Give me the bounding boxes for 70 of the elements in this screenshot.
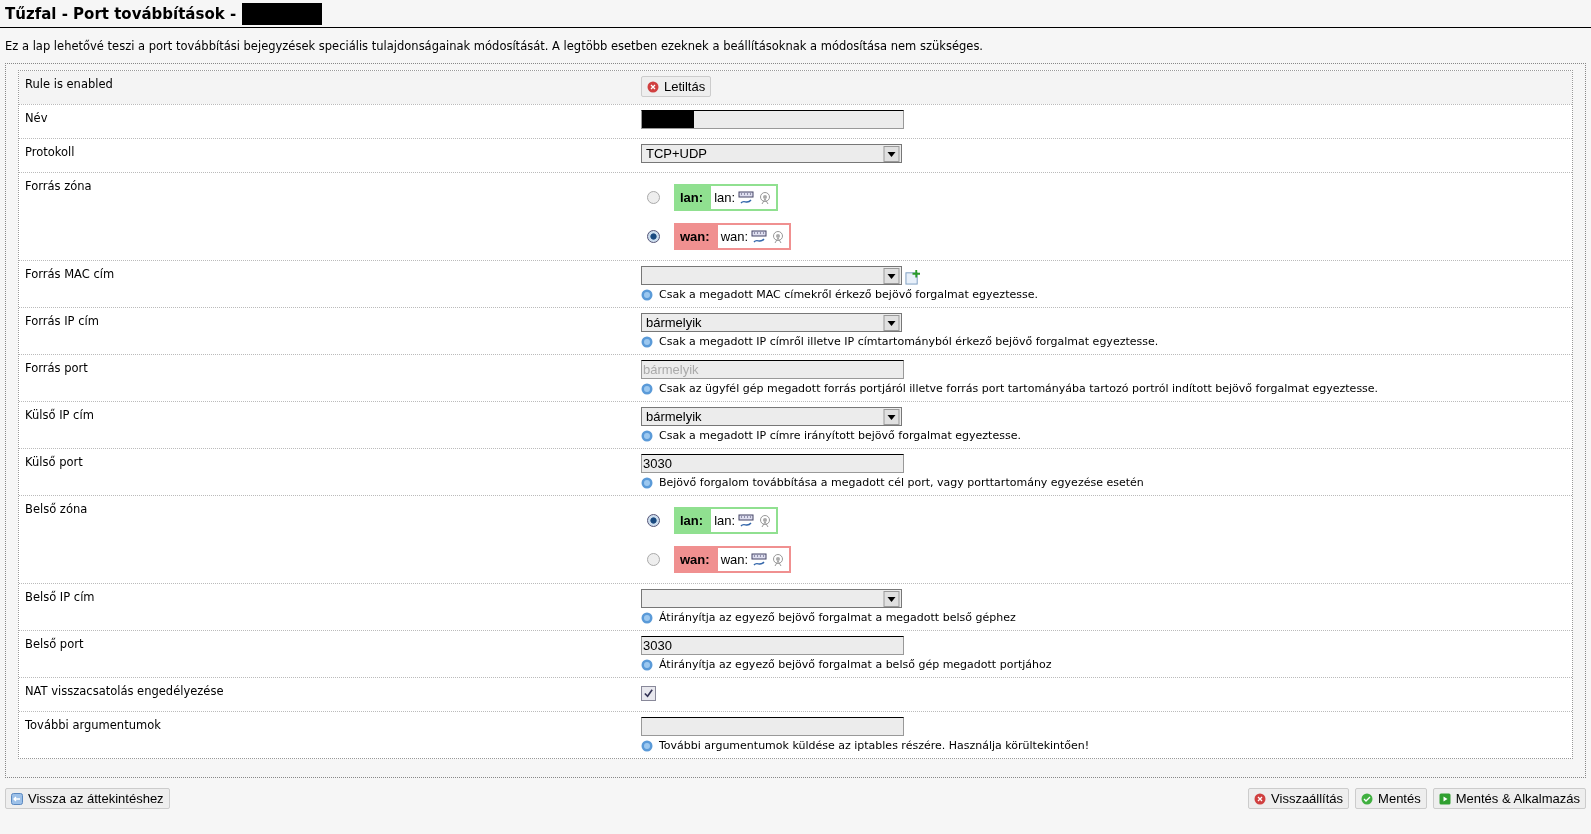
help-icon	[641, 429, 653, 442]
reset-button[interactable]: Visszaállítás	[1248, 788, 1350, 809]
field-label: Külső port	[25, 454, 84, 471]
zone-name: wan:	[676, 225, 718, 248]
field-label: Külső IP cím	[25, 407, 95, 424]
select-field[interactable]	[641, 266, 902, 285]
field-label: Forrás zóna	[25, 178, 93, 195]
field-label: Forrás port	[25, 360, 89, 377]
help-icon	[641, 611, 653, 624]
close-icon	[647, 80, 659, 93]
select-field[interactable]: TCP+UDP	[641, 144, 902, 163]
disable-button[interactable]: Letiltás	[641, 76, 712, 97]
radio-button[interactable]	[647, 230, 660, 243]
select-field[interactable]	[641, 589, 902, 608]
help-icon	[641, 476, 653, 489]
back-button[interactable]: Vissza az áttekintéshez	[5, 788, 170, 809]
network-icon	[738, 513, 755, 528]
help-icon	[641, 288, 653, 301]
zone-name: wan:	[676, 548, 718, 571]
text-field[interactable]	[641, 717, 904, 736]
text-field[interactable]	[641, 110, 904, 129]
checkbox[interactable]	[641, 686, 656, 701]
select-field[interactable]: bármelyik	[641, 407, 902, 426]
close-icon	[1254, 792, 1267, 805]
network-name: wan:	[719, 552, 750, 567]
text-field[interactable]: bármelyik	[641, 360, 904, 379]
field-label: Forrás IP cím	[25, 313, 100, 330]
back-arrow-icon	[11, 792, 23, 805]
play-icon	[1438, 792, 1451, 805]
help-icon	[641, 382, 653, 395]
zone-name: lan:	[676, 186, 712, 209]
field-label: Forrás MAC cím	[25, 266, 116, 283]
help-icon	[641, 335, 653, 348]
field-hint: Csak a megadott IP címről illetve IP címtartományból érkező bejövő forgalmat egyeztesse.	[659, 335, 1159, 348]
radio-button[interactable]	[647, 191, 660, 204]
save-button[interactable]: Mentés	[1355, 788, 1427, 809]
help-icon	[641, 739, 653, 752]
zone-name: lan:	[676, 509, 712, 532]
field-hint: Átirányítja az egyező bejövő forgalmat a megadott belső géphez	[659, 611, 1016, 624]
field-label: Belső IP cím	[25, 589, 96, 606]
check-icon	[1361, 792, 1374, 805]
page-title: Tűzfal - Port továbbítások -	[5, 5, 237, 23]
radio-button[interactable]	[647, 514, 660, 527]
network-name: wan:	[719, 229, 750, 244]
help-icon	[641, 658, 653, 671]
field-label: Rule is enabled	[25, 76, 114, 93]
network-icon	[738, 190, 755, 205]
select-field[interactable]: bármelyik	[641, 313, 902, 332]
field-label: Protokoll	[25, 144, 76, 161]
page-description: Ez a lap lehetővé teszi a port továbbítási bejegyzések speciális tulajdonságainak módosítását. A legtöbb esetben ezeknek a beállításoknak a módosítása nem szükséges.	[5, 39, 985, 53]
network-name: lan:	[713, 190, 737, 205]
network-name: lan:	[713, 513, 737, 528]
add-icon[interactable]	[905, 270, 920, 285]
field-label: Név	[25, 110, 49, 127]
field-hint: Átirányítja az egyező bejövő forgalmat a belső gép megadott portjához	[659, 658, 1052, 671]
field-label: Belső port	[25, 636, 85, 653]
text-field[interactable]: 3030	[641, 636, 904, 655]
field-label: NAT visszacsatolás engedélyezése	[25, 683, 225, 700]
field-label: Belső zóna	[25, 501, 89, 518]
radio-button[interactable]	[647, 553, 660, 566]
text-field[interactable]: 3030	[641, 454, 904, 473]
network-icon	[751, 552, 768, 567]
network-icon	[751, 229, 768, 244]
field-hint: Csak a megadott MAC címekről érkező bejövő forgalmat egyeztesse.	[659, 288, 1038, 301]
field-hint: Bejövő forgalom továbbítása a megadott cél port, vagy porttartomány egyezése esetén	[659, 476, 1144, 489]
field-hint: Csak az ügyfél gép megadott forrás portjáról illetve forrás port tartományába tartozó portról indított bejövő forgalmat egyeztesse.	[659, 382, 1379, 395]
field-label: További argumentumok	[25, 717, 162, 734]
apply-button[interactable]: Mentés & Alkalmazás	[1432, 788, 1586, 809]
field-hint: További argumentumok küldése az iptables részére. Használja körültekintően!	[659, 739, 1090, 752]
field-hint: Csak a megadott IP címre irányított bejövő forgalmat egyeztesse.	[659, 429, 1021, 442]
